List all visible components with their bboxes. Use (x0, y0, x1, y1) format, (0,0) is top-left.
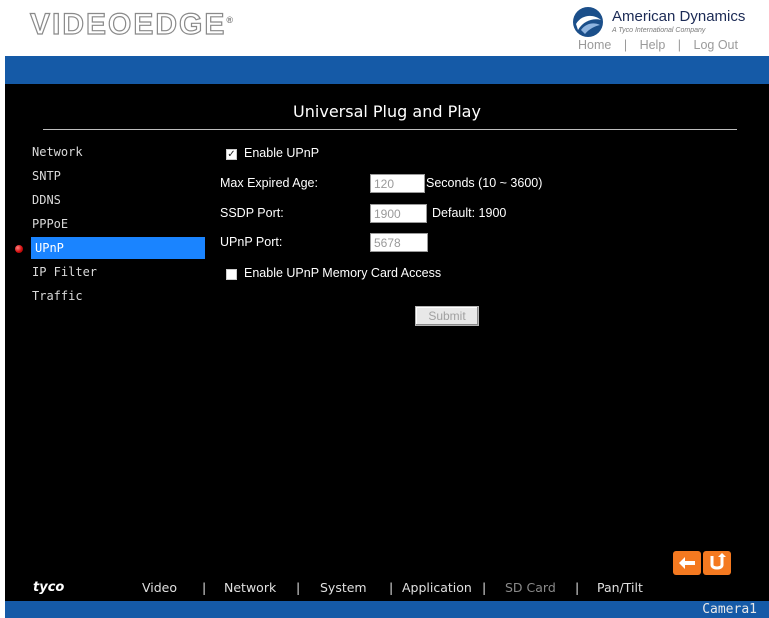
ssdp-port-label: SSDP Port: (220, 206, 284, 220)
back-button[interactable] (673, 551, 701, 575)
logout-link[interactable]: Log Out (694, 38, 738, 52)
footer-nav-pan-tilt[interactable]: Pan/Tilt (597, 580, 643, 595)
footer-separator: | (482, 580, 487, 595)
enable-upnp-label: Enable UPnP (244, 146, 320, 160)
return-button[interactable] (703, 551, 731, 575)
footer-separator: | (575, 580, 580, 595)
footer-nav-sd-card: SD Card (505, 580, 556, 595)
sidebar-item-traffic[interactable]: Traffic (31, 285, 205, 307)
sidebar-item-ip-filter[interactable]: IP Filter (31, 261, 205, 283)
footer-nav-system[interactable]: System (320, 580, 367, 595)
sidebar-item-ddns[interactable]: DDNS (31, 189, 205, 211)
camera-name: Camera1 (702, 602, 757, 617)
sidebar-item-upnp[interactable]: UPnP (31, 237, 205, 259)
bottom-status-bar: Camera1 (5, 601, 769, 618)
footer-nav-video[interactable]: Video (142, 580, 177, 595)
max-expired-age-label: Max Expired Age: (220, 176, 318, 190)
title-divider (43, 129, 737, 130)
main-panel: Universal Plug and Play Network SNTP DDN… (5, 84, 769, 601)
page-title: Universal Plug and Play (293, 102, 481, 121)
brand-subtitle: A Tyco International Company (612, 27, 706, 34)
top-links: Home | Help | Log Out (578, 38, 738, 52)
footer-separator: | (296, 580, 301, 595)
sidebar-item-network[interactable]: Network (31, 141, 205, 163)
videoedge-logo: VIDEOEDGE® (29, 7, 236, 41)
enable-memory-card-checkbox[interactable] (226, 269, 237, 280)
enable-upnp-checkbox[interactable]: ✓ (226, 149, 237, 160)
tyco-logo: tyco (33, 580, 65, 595)
ssdp-port-hint: Default: 1900 (432, 206, 507, 220)
footer-nav-application[interactable]: Application (402, 580, 472, 595)
upnp-port-label: UPnP Port: (220, 235, 283, 249)
upnp-port-input[interactable] (370, 233, 428, 252)
max-expired-age-hint: Seconds (10 ~ 3600) (426, 176, 543, 190)
american-dynamics-logo-icon (573, 7, 603, 37)
return-icon (710, 553, 726, 570)
link-separator: | (623, 38, 628, 52)
footer-separator: | (389, 580, 394, 595)
sidebar-item-pppoe[interactable]: PPPoE (31, 213, 205, 235)
footer-nav-network[interactable]: Network (224, 580, 276, 595)
link-separator: | (677, 38, 682, 52)
brand-name: American Dynamics (612, 8, 746, 25)
submit-button[interactable]: Submit (415, 306, 479, 326)
max-expired-age-input[interactable] (370, 174, 425, 193)
sidebar-item-sntp[interactable]: SNTP (31, 165, 205, 187)
ssdp-port-input[interactable] (370, 204, 427, 223)
footer-separator: | (202, 580, 207, 595)
active-indicator-icon (15, 245, 23, 253)
header: VIDEOEDGE® American Dynamics A Tyco Inte… (0, 0, 769, 56)
enable-memory-card-label: Enable UPnP Memory Card Access (244, 266, 442, 280)
help-link[interactable]: Help (640, 38, 666, 52)
home-link[interactable]: Home (578, 38, 611, 52)
top-blue-bar (5, 56, 769, 84)
back-arrow-icon (679, 557, 695, 569)
